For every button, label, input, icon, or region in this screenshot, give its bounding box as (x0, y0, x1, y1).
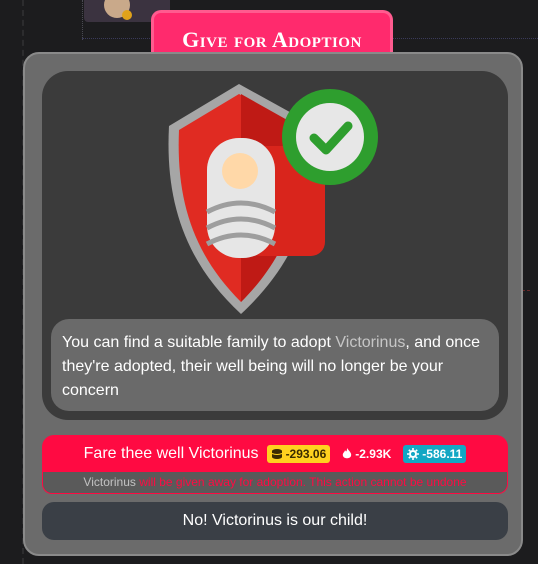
gold-cost-badge: -293.06 (266, 444, 331, 463)
adoption-warning: Victorinus will be given away for adopti… (42, 472, 508, 494)
research-cost-badge: -586.11 (403, 444, 467, 463)
confirm-adoption-button[interactable]: Fare thee well Victorinus -293.06 -2.93K… (42, 435, 508, 472)
background-divider (522, 290, 530, 300)
coins-icon (271, 448, 282, 459)
child-name: Victorinus (335, 334, 406, 351)
background-divider (82, 0, 83, 40)
shield-baby-check-icon (168, 84, 378, 314)
flame-icon (343, 447, 352, 458)
confirm-adoption-label: Fare thee well Victorinus (83, 444, 259, 462)
gear-icon (407, 447, 420, 460)
adoption-description: You can find a suitable family to adopt … (51, 319, 499, 411)
adoption-dialog: You can find a suitable family to adopt … (23, 52, 523, 556)
cancel-adoption-label: No! Victorinus is our child! (182, 512, 368, 529)
influence-cost-badge: -2.93K (338, 445, 395, 463)
illustration-panel: You can find a suitable family to adopt … (42, 71, 508, 420)
cancel-adoption-button[interactable]: No! Victorinus is our child! (42, 502, 508, 540)
